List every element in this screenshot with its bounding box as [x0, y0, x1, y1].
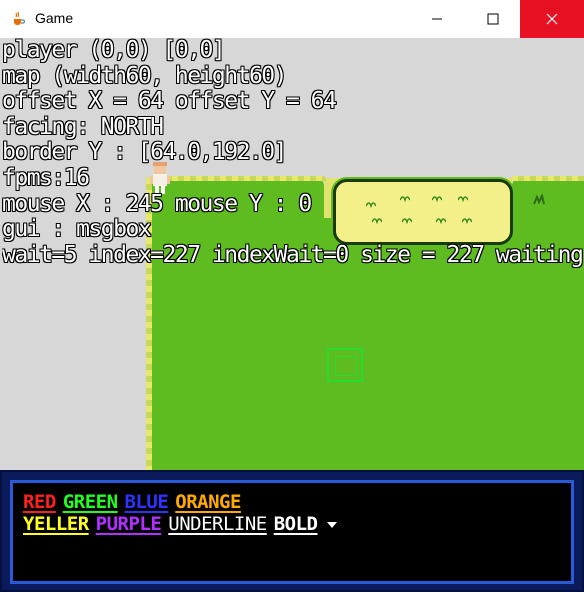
- message-line-2: YELLER PURPLE UNDERLINE BOLD: [23, 513, 337, 535]
- window-title: Game: [35, 10, 74, 26]
- window-titlebar[interactable]: Game: [0, 0, 584, 38]
- message-word-yeller: YELLER: [23, 513, 89, 535]
- message-word-red: RED: [23, 491, 56, 513]
- message-word-underline: UNDERLINE: [168, 513, 267, 535]
- message-word-bold: BOLD: [273, 513, 318, 535]
- debug-gui: gui : msgbox: [2, 216, 152, 243]
- maximize-button[interactable]: [470, 0, 516, 38]
- minimize-icon: [432, 18, 442, 20]
- message-word-green: GREEN: [62, 491, 118, 513]
- down-arrow-icon[interactable]: [326, 521, 337, 528]
- close-button[interactable]: [520, 0, 584, 38]
- message-box[interactable]: RED GREEN BLUE ORANGE YELLER PURPLE UNDERLINE…: [0, 470, 584, 592]
- debug-offset: offset X = 64 offset Y = 64: [2, 88, 337, 115]
- message-word-purple: PURPLE: [95, 513, 162, 535]
- message-word-orange: ORANGE: [175, 491, 241, 513]
- debug-facing: facing: NORTH: [2, 113, 164, 140]
- java-cup-icon: [14, 11, 26, 25]
- debug-overlay: player (0,0) [0,0] map (width60, height6…: [2, 38, 584, 268]
- close-icon: [546, 13, 558, 25]
- minimize-button[interactable]: [414, 0, 460, 38]
- maximize-icon: [487, 13, 499, 25]
- message-box-inner: RED GREEN BLUE ORANGE YELLER PURPLE UNDERLINE…: [8, 478, 576, 586]
- debug-player: player (0,0) [0,0]: [2, 38, 226, 63]
- debug-mouse: mouse X : 245 mouse Y : 0: [2, 190, 312, 217]
- marker-glyph: [335, 356, 357, 376]
- debug-wait: wait=5 index=227 indexWait=0 size = 227 …: [2, 241, 584, 268]
- game-canvas[interactable]: player (0,0) [0,0] map (width60, height6…: [0, 38, 584, 592]
- message-line-1: RED GREEN BLUE ORANGE: [23, 491, 248, 513]
- message-word-blue: BLUE: [124, 491, 169, 513]
- debug-map: map (width60, height60): [2, 62, 288, 89]
- debug-fpms: fpms:16: [2, 164, 90, 191]
- target-marker[interactable]: [327, 348, 363, 382]
- debug-border: border Y : [64.0,192.0]: [2, 139, 288, 166]
